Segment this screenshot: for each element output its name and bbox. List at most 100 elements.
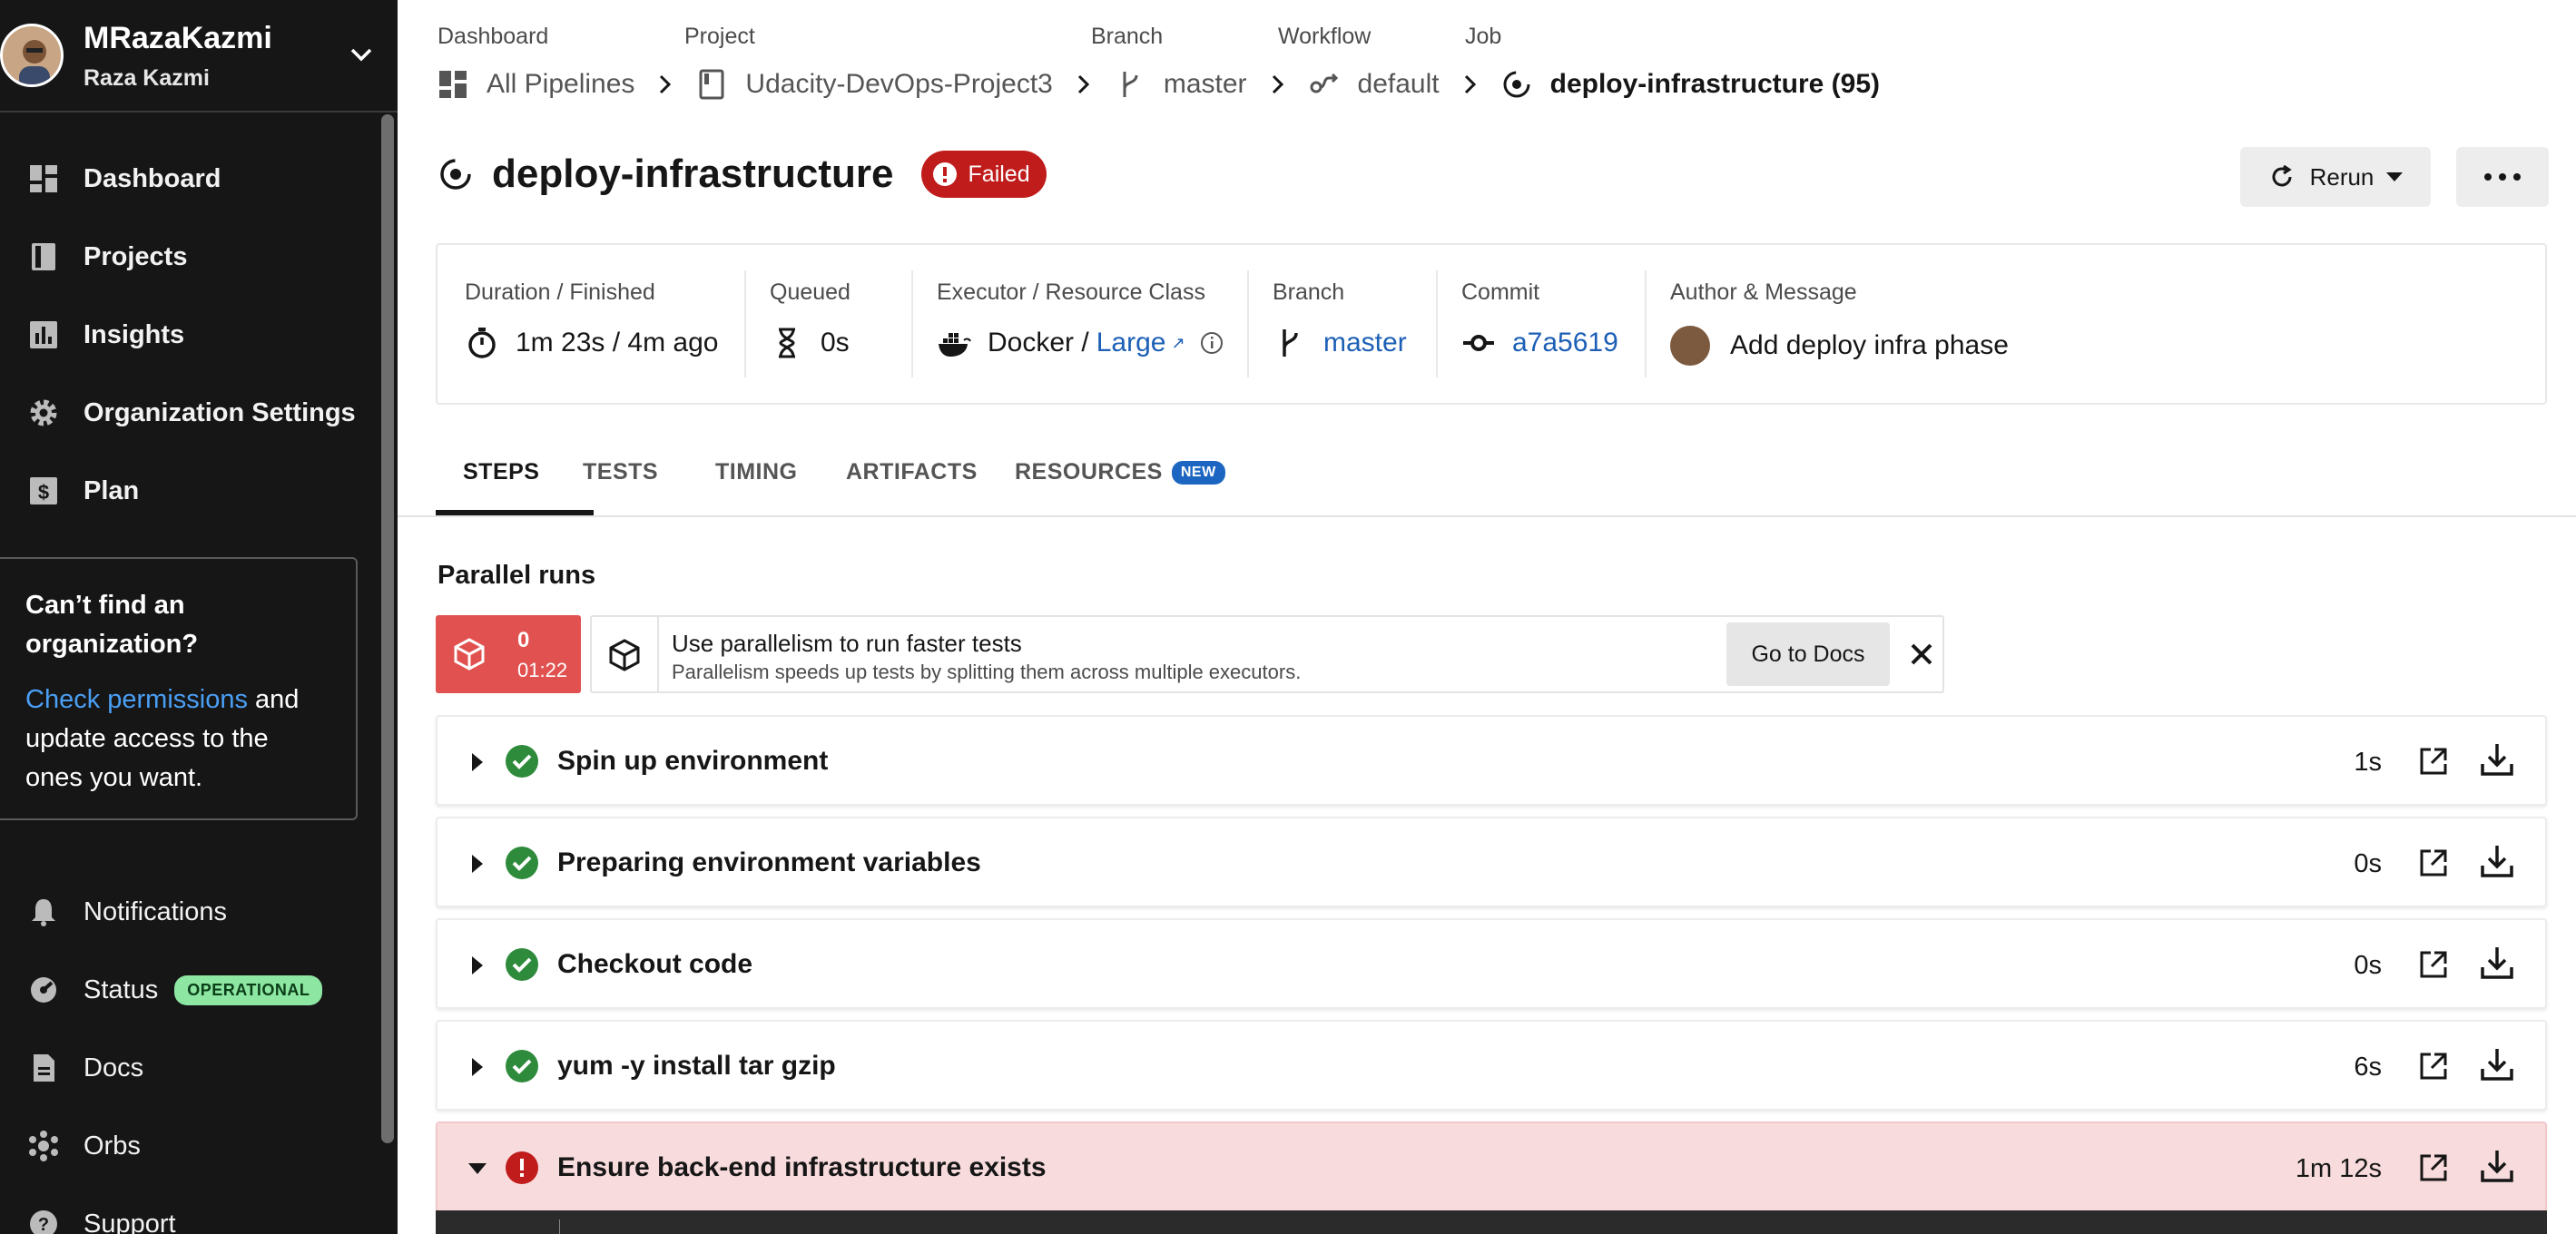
sidebar-item-dashboard[interactable]: Dashboard bbox=[0, 140, 398, 218]
sidebar-item-support[interactable]: ? Support bbox=[0, 1185, 381, 1234]
sidebar-item-docs[interactable]: Docs bbox=[0, 1029, 381, 1107]
commit-link[interactable]: a7a5619 bbox=[1512, 328, 1618, 358]
dollar-icon: $ bbox=[30, 477, 57, 504]
sidebar-scrollbar[interactable] bbox=[381, 114, 394, 1143]
step-row[interactable]: Spin up environment 1s bbox=[436, 715, 2547, 806]
breadcrumb-project[interactable]: Udacity-DevOps-Project3 bbox=[745, 69, 1052, 100]
branch-link[interactable]: master bbox=[1323, 328, 1407, 358]
svg-text:$: $ bbox=[38, 481, 49, 504]
check-circle-icon bbox=[506, 847, 538, 879]
open-external-icon[interactable] bbox=[2416, 1151, 2451, 1185]
sidebar-item-projects[interactable]: Projects bbox=[0, 218, 398, 296]
meta-value: 0s bbox=[770, 326, 850, 360]
rerun-button[interactable]: Rerun bbox=[2240, 147, 2431, 207]
breadcrumb-job: deploy-infrastructure (95) bbox=[1549, 69, 1881, 99]
more-options-button[interactable] bbox=[2456, 147, 2549, 207]
breadcrumb-workflow[interactable]: default bbox=[1358, 69, 1440, 100]
tab-steps[interactable]: STEPS bbox=[463, 459, 539, 485]
ellipsis-dot bbox=[2513, 173, 2521, 181]
tab-tests[interactable]: TESTS bbox=[583, 459, 658, 485]
sidebar-item-label: Support bbox=[84, 1209, 176, 1234]
step-row-failed[interactable]: Ensure back-end infrastructure exists 1m… bbox=[436, 1121, 2547, 1212]
step-row[interactable]: Preparing environment variables 0s bbox=[436, 817, 2547, 907]
active-tab-indicator bbox=[436, 510, 594, 515]
check-permissions-link[interactable]: Check permissions bbox=[25, 685, 248, 714]
refresh-icon bbox=[2272, 164, 2292, 187]
breadcrumb-label-project: Project bbox=[684, 24, 755, 49]
sidebar-item-organization-settings[interactable]: Organization Settings bbox=[0, 374, 398, 452]
promo-body: Check permissions and update access to t… bbox=[25, 681, 330, 798]
download-icon[interactable] bbox=[2478, 1045, 2516, 1083]
meta-label: Author & Message bbox=[1670, 279, 1857, 305]
breadcrumb-label-dashboard: Dashboard bbox=[438, 24, 549, 49]
expand-caret-icon[interactable] bbox=[472, 753, 483, 771]
parallel-runs-title: Parallel runs bbox=[438, 561, 596, 590]
banner-title: Use parallelism to run faster tests bbox=[672, 630, 1022, 657]
check-circle-icon bbox=[506, 745, 538, 778]
sidebar-bottom-nav: Notifications Status OPERATIONAL Docs Or… bbox=[0, 873, 381, 1234]
user-avatar bbox=[0, 24, 64, 87]
expand-caret-icon[interactable] bbox=[472, 855, 483, 873]
close-icon[interactable] bbox=[1904, 637, 1939, 671]
tab-timing[interactable]: TIMING bbox=[715, 459, 798, 485]
user-menu[interactable]: MRazaKazmi Raza Kazmi bbox=[0, 0, 398, 113]
step-row[interactable]: Checkout code 0s bbox=[436, 918, 2547, 1009]
branch-icon bbox=[1283, 329, 1298, 357]
job-header: deploy-infrastructure Failed bbox=[438, 151, 1047, 198]
main-content: Dashboard Project Branch Workflow Job Al… bbox=[398, 0, 2576, 1234]
hourglass-icon bbox=[779, 328, 795, 358]
sidebar-item-label: Notifications bbox=[84, 896, 227, 926]
projects-icon bbox=[32, 243, 55, 270]
breadcrumb-label-branch: Branch bbox=[1091, 24, 1164, 49]
breadcrumb-label-workflow: Workflow bbox=[1278, 24, 1372, 49]
chevron-right-icon bbox=[660, 74, 672, 94]
sidebar-item-status[interactable]: Status OPERATIONAL bbox=[0, 951, 381, 1029]
pipelines-icon bbox=[439, 71, 467, 98]
tab-artifacts[interactable]: ARTIFACTS bbox=[846, 459, 978, 485]
expand-caret-icon[interactable] bbox=[472, 956, 483, 974]
open-external-icon[interactable] bbox=[2416, 744, 2451, 779]
tab-resources[interactable]: RESOURCES NEW bbox=[1015, 459, 1225, 485]
open-external-icon[interactable] bbox=[2416, 1049, 2451, 1083]
resource-class-link[interactable]: Large bbox=[1096, 328, 1166, 358]
meta-label: Branch bbox=[1273, 279, 1345, 305]
go-to-docs-button[interactable]: Go to Docs bbox=[1726, 622, 1890, 686]
meta-executor: Executor / Resource Class Docker / Large… bbox=[911, 245, 1224, 403]
info-icon[interactable] bbox=[1200, 331, 1224, 355]
download-icon[interactable] bbox=[2478, 740, 2516, 779]
collapse-caret-icon[interactable] bbox=[468, 1163, 487, 1174]
step-duration: 0s bbox=[2354, 951, 2382, 980]
download-icon[interactable] bbox=[2478, 944, 2516, 982]
job-icon bbox=[1503, 71, 1530, 98]
user-full-name: Raza Kazmi bbox=[84, 64, 210, 91]
project-icon bbox=[699, 69, 724, 100]
sidebar-item-notifications[interactable]: Notifications bbox=[0, 873, 381, 951]
sidebar-item-label: Status bbox=[84, 974, 159, 1004]
expand-caret-icon[interactable] bbox=[472, 1058, 483, 1076]
parallel-run-time: 01:22 bbox=[517, 659, 568, 681]
sidebar-item-plan[interactable]: $ Plan bbox=[0, 452, 398, 530]
branch-icon bbox=[1123, 72, 1138, 97]
meta-value: Docker / Large ↗ bbox=[937, 326, 1224, 360]
dashboard-icon bbox=[30, 165, 57, 192]
sidebar-item-insights[interactable]: Insights bbox=[0, 296, 398, 374]
promo-title: Can’t find an organization? bbox=[25, 591, 199, 659]
download-icon[interactable] bbox=[2478, 842, 2516, 880]
parallel-run-index: 0 bbox=[517, 628, 530, 652]
step-name: Spin up environment bbox=[557, 746, 829, 776]
error-circle-icon bbox=[506, 1151, 538, 1184]
download-icon[interactable] bbox=[2478, 1147, 2516, 1185]
ellipsis-dot bbox=[2499, 173, 2506, 181]
breadcrumb-all-pipelines[interactable]: All Pipelines bbox=[487, 69, 634, 100]
support-icon: ? bbox=[30, 1210, 57, 1234]
sidebar-item-orbs[interactable]: Orbs bbox=[0, 1107, 381, 1185]
step-row[interactable]: yum -y install tar gzip 6s bbox=[436, 1020, 2547, 1111]
open-external-icon[interactable] bbox=[2416, 846, 2451, 880]
chevron-right-icon bbox=[1464, 74, 1476, 94]
parallel-run-tile[interactable]: 0 01:22 bbox=[436, 615, 581, 693]
breadcrumb-row: All Pipelines Udacity-DevOps-Project3 ma… bbox=[438, 69, 1880, 100]
breadcrumb-branch[interactable]: master bbox=[1164, 69, 1247, 100]
svg-text:?: ? bbox=[38, 1215, 49, 1234]
chevron-down-icon[interactable] bbox=[347, 40, 376, 69]
open-external-icon[interactable] bbox=[2416, 947, 2451, 982]
